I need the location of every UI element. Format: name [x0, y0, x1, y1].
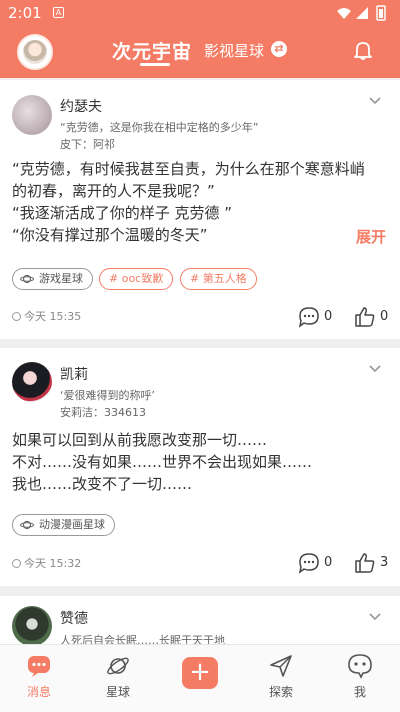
tag-label: 游戏星球	[39, 272, 83, 285]
comment-button[interactable]: 0	[298, 552, 338, 574]
comment-icon	[298, 553, 319, 574]
author-signature: ‘爱很难得到的称呼’	[60, 389, 155, 402]
post-card[interactable]: 约瑟夫 “克劳德，这是你我在相中定格的多少年” 皮下：阿祁 “克劳德，有时候我甚…	[0, 80, 400, 339]
timestamp-text: 今天 15:35	[24, 310, 82, 323]
clock-icon	[12, 559, 21, 568]
tag-label: # ooc致歉	[109, 272, 164, 285]
author-avatar[interactable]	[12, 606, 52, 644]
system-icons	[337, 5, 386, 21]
tag-ooc[interactable]: # ooc致歉	[99, 268, 174, 290]
post-body-line: 的初春，离开的人不是我呢？”	[12, 182, 215, 200]
author-avatar[interactable]	[12, 362, 52, 402]
post-body-line: “我逐渐活成了你的样子 克劳德 ”	[12, 204, 233, 222]
nav-label: 探索	[268, 685, 293, 699]
tag-anime-planet[interactable]: 动漫漫画星球	[12, 514, 115, 536]
bell-icon[interactable]	[352, 39, 374, 61]
author-signature: “克劳德，这是你我在相中定格的多少年”	[60, 121, 259, 134]
author-signature: 人死后自会长眠……长眠于天于地	[60, 634, 225, 644]
planet-icon	[20, 274, 34, 284]
like-count: 3	[380, 555, 389, 570]
author-skin: 安莉洁：334613	[60, 406, 146, 419]
tab-film-planet[interactable]: 影视星球	[204, 40, 264, 61]
chevron-down-icon[interactable]	[368, 94, 382, 108]
status-bar: 2:01 A	[0, 0, 400, 26]
nav-label: 消息	[26, 685, 51, 699]
nav-messages[interactable]: 消息	[9, 653, 69, 709]
author-name[interactable]: 约瑟夫	[60, 96, 102, 116]
comment-icon	[298, 307, 319, 328]
explore-icon	[270, 655, 292, 677]
post-body-line: 我也……改变不了一切……	[12, 475, 193, 493]
sim-badge: A	[53, 7, 64, 18]
tag-game-planet[interactable]: 游戏星球	[12, 268, 93, 290]
message-icon	[28, 656, 50, 677]
add-post-button[interactable]: +	[182, 657, 218, 689]
author-name[interactable]: 凯莉	[60, 364, 88, 384]
status-time: 2:01	[8, 4, 42, 22]
chevron-down-icon[interactable]	[368, 610, 382, 624]
post-body-line: “克劳德，有时候我甚至自责，为什么在那个寒意料峭	[12, 160, 365, 178]
post-body-line: 如果可以回到从前我愿改变那一切……	[12, 431, 268, 449]
comment-count: 0	[324, 309, 333, 324]
post-body-line: “你没有撑过那个温暖的冬天”	[12, 226, 208, 244]
comment-button[interactable]: 0	[298, 306, 338, 328]
like-button[interactable]: 0	[354, 306, 394, 328]
post-timestamp: 今天 15:32	[12, 555, 81, 571]
expand-button[interactable]: 展开	[356, 226, 386, 247]
planet-icon	[107, 657, 129, 675]
like-count: 0	[380, 309, 389, 324]
tab-current-universe[interactable]: 次元宇宙	[112, 37, 192, 64]
tab-active-indicator	[140, 63, 170, 66]
thumbs-up-icon	[355, 307, 375, 327]
post-card[interactable]: 凯莉 ‘爱很难得到的称呼’ 安莉洁：334613 如果可以回到从前我愿改变那一切…	[0, 348, 400, 586]
thumbs-up-icon	[355, 553, 375, 573]
profile-icon	[348, 654, 372, 679]
nav-label: 星球	[105, 685, 130, 699]
tag-identity-v[interactable]: # 第五人格	[180, 268, 257, 290]
bottom-nav: 消息 星球 + 探索 我	[0, 644, 400, 712]
author-avatar[interactable]	[12, 95, 52, 135]
nav-profile[interactable]: 我	[330, 653, 390, 709]
nav-explore[interactable]: 探索	[251, 653, 311, 709]
post-body-line: 不对……没有如果……世界不会出现如果……	[12, 453, 313, 471]
swap-icon[interactable]: ⇄	[271, 41, 287, 57]
tag-label: 动漫漫画星球	[39, 518, 105, 531]
tag-label: # 第五人格	[190, 272, 247, 285]
nav-label: 我	[353, 685, 366, 699]
like-button[interactable]: 3	[354, 552, 394, 574]
timestamp-text: 今天 15:32	[24, 557, 82, 570]
author-skin: 皮下：阿祁	[60, 138, 115, 151]
clock-icon	[12, 312, 21, 321]
user-avatar[interactable]	[17, 34, 53, 70]
chevron-down-icon[interactable]	[368, 362, 382, 376]
post-timestamp: 今天 15:35	[12, 308, 81, 324]
nav-planet[interactable]: 星球	[88, 653, 148, 709]
comment-count: 0	[324, 555, 333, 570]
post-card[interactable]: 赞德 人死后自会长眠……长眠于天于地	[0, 596, 400, 644]
app-header: 次元宇宙 影视星球 ⇄	[0, 26, 400, 78]
author-name[interactable]: 赞德	[60, 608, 88, 628]
planet-icon	[20, 520, 34, 530]
